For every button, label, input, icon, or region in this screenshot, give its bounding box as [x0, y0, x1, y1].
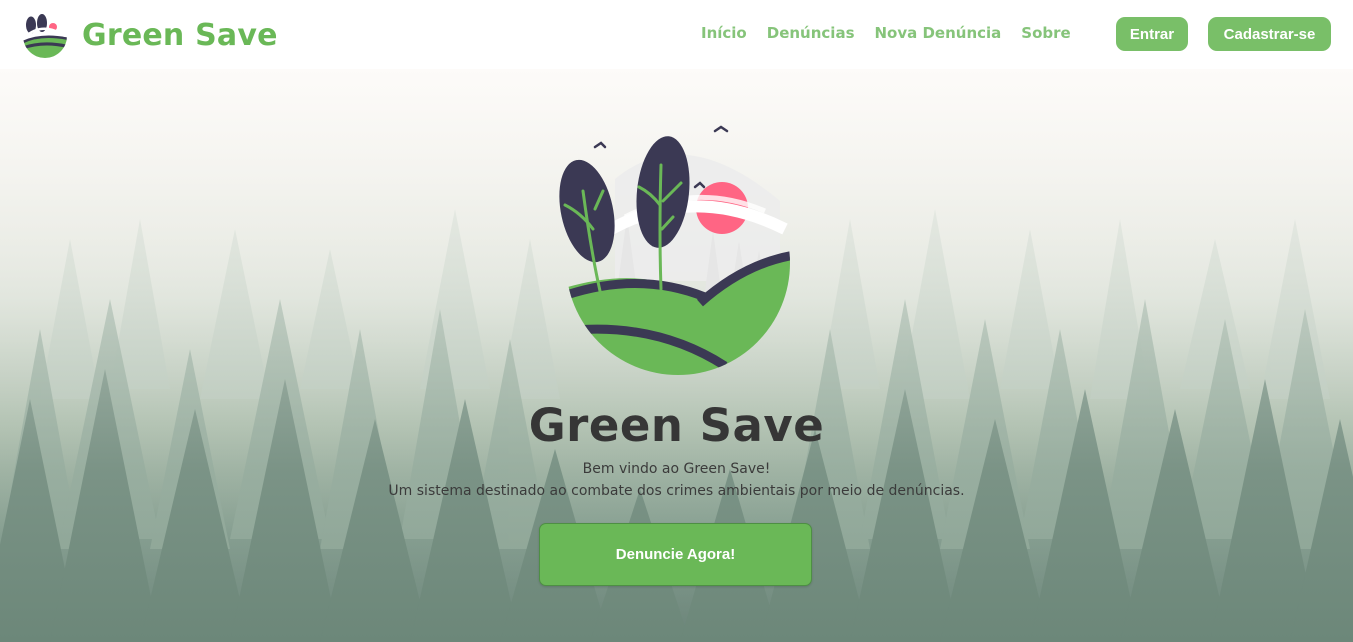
report-now-button[interactable]: Denuncie Agora!: [539, 523, 812, 586]
nav-link-sobre[interactable]: Sobre: [1021, 24, 1070, 42]
brand[interactable]: Green Save: [20, 10, 278, 60]
login-button[interactable]: Entrar: [1116, 17, 1188, 51]
hero-description-text: Um sistema destinado ao combate dos crim…: [388, 483, 965, 499]
hero-section: Green Save Bem vindo ao Green Save! Um s…: [0, 69, 1353, 642]
main-nav: Início Denúncias Nova Denúncia Sobre: [701, 24, 1091, 42]
hero-title: Green Save: [528, 399, 825, 452]
signup-button[interactable]: Cadastrar-se: [1208, 17, 1331, 51]
nav-link-denuncias[interactable]: Denúncias: [767, 24, 855, 42]
green-save-logo-icon: [23, 14, 67, 58]
nav-link-nova-denuncia[interactable]: Nova Denúncia: [875, 24, 1002, 42]
hero-welcome-text: Bem vindo ao Green Save!: [582, 461, 771, 477]
top-navbar: Green Save Início Denúncias Nova Denúnci…: [0, 0, 1353, 69]
green-save-illustration-icon: [559, 125, 790, 375]
nav-link-inicio[interactable]: Início: [701, 24, 747, 42]
brand-name: Green Save: [82, 17, 278, 53]
